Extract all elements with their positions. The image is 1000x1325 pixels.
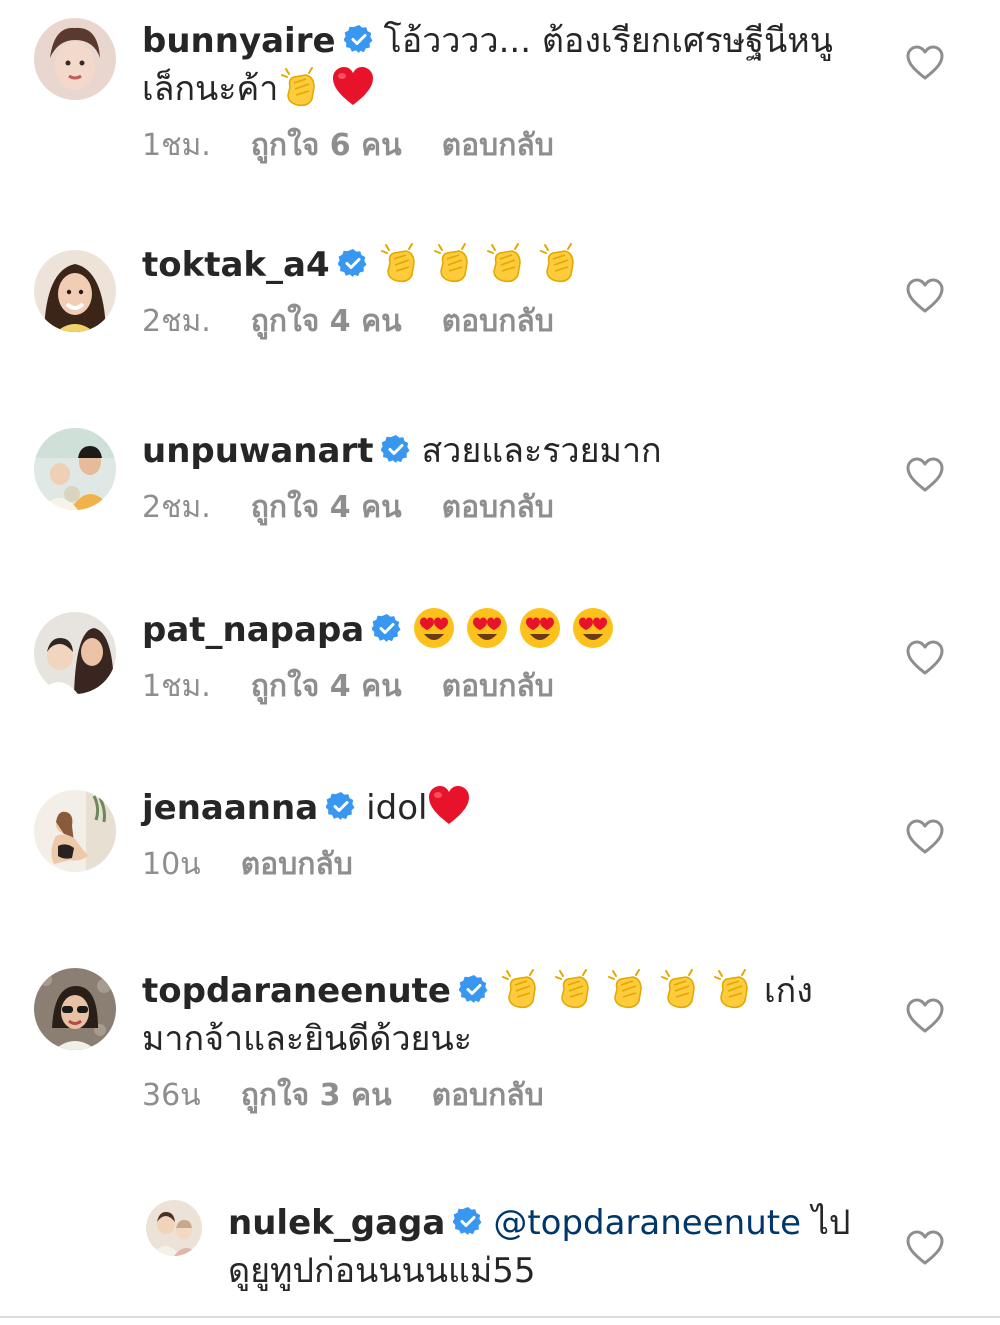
- verified-badge-icon: [337, 248, 368, 278]
- comment-text: jenaanna idol: [142, 784, 842, 832]
- comment-username[interactable]: pat_napapa: [142, 610, 364, 650]
- reply-button[interactable]: ตอบกลับ: [442, 128, 554, 163]
- comment-text: bunnyaire โอ้วววว... ต้องเรียกเศรษฐีนีหนู…: [142, 17, 842, 113]
- comment-username[interactable]: unpuwanart: [142, 431, 373, 471]
- like-heart-icon[interactable]: [906, 1230, 944, 1266]
- verified-badge-icon: [326, 791, 356, 821]
- comment-meta: 36น ถูกใจ 3 คน ตอบกลับ: [142, 1077, 842, 1115]
- red-heart-emoji: [427, 784, 471, 828]
- comment-username[interactable]: topdaraneenute: [142, 971, 451, 1011]
- comment-meta: 2ชม. ถูกใจ 4 คน ตอบกลับ: [142, 303, 842, 341]
- heart-eyes-emoji: [571, 606, 615, 650]
- comment-like-count[interactable]: ถูกใจ 4 คน: [251, 669, 402, 704]
- comment-like-count[interactable]: ถูกใจ 3 คน: [241, 1078, 392, 1113]
- like-heart-icon[interactable]: [906, 45, 944, 81]
- comment-timestamp: 10น: [142, 847, 201, 882]
- reply-button[interactable]: ตอบกลับ: [241, 847, 353, 882]
- clapping-hands-emoji: [711, 967, 755, 1011]
- reply-button[interactable]: ตอบกลับ: [442, 304, 554, 339]
- like-heart-icon[interactable]: [906, 640, 944, 676]
- comment-timestamp: 2ชม.: [142, 304, 211, 339]
- like-heart-icon[interactable]: [906, 457, 944, 493]
- avatar[interactable]: [34, 250, 116, 332]
- clapping-hands-emoji: [658, 967, 702, 1011]
- avatar[interactable]: [146, 1200, 202, 1256]
- heart-eyes-emoji: [465, 606, 509, 650]
- mention-link[interactable]: @topdaraneenute: [493, 1203, 801, 1243]
- comment-message: idol: [366, 788, 428, 828]
- comment-message: สวยและรวยมาก: [421, 431, 662, 471]
- avatar[interactable]: [34, 790, 116, 872]
- verified-badge-icon: [381, 434, 411, 464]
- comment-like-count[interactable]: ถูกใจ 4 คน: [251, 490, 402, 525]
- reply-button[interactable]: ตอบกลับ: [432, 1078, 544, 1113]
- reply-button[interactable]: ตอบกลับ: [442, 669, 554, 704]
- heart-eyes-emoji: [412, 606, 456, 650]
- comment-text: unpuwanart สวยและรวยมาก: [142, 427, 842, 475]
- comment-text: pat_napapa: [142, 606, 842, 654]
- comment-like-count[interactable]: ถูกใจ 4 คน: [251, 304, 402, 339]
- clapping-hands-emoji: [552, 967, 596, 1011]
- comment-text: toktak_a4: [142, 241, 842, 289]
- verified-badge-icon: [343, 24, 374, 54]
- comment-meta: 1ชม. ถูกใจ 6 คน ตอบกลับ: [142, 127, 842, 165]
- avatar[interactable]: [34, 428, 116, 510]
- comment-timestamp: 36น: [142, 1078, 201, 1113]
- clapping-hands-emoji: [431, 241, 475, 285]
- verified-badge-icon: [372, 613, 402, 643]
- clapping-hands-emoji: [499, 967, 543, 1011]
- clapping-hands-emoji: [537, 241, 581, 285]
- clapping-hands-emoji: [378, 241, 422, 285]
- comment-meta: 10น ตอบกลับ: [142, 846, 842, 884]
- clapping-hands-emoji: [605, 967, 649, 1011]
- like-heart-icon[interactable]: [906, 819, 944, 855]
- comment-username[interactable]: bunnyaire: [142, 21, 336, 61]
- avatar[interactable]: [34, 968, 116, 1050]
- comment-text: nulek_gaga @topdaraneenute ไปดูยูทูปก่อนน…: [228, 1199, 868, 1295]
- like-heart-icon[interactable]: [906, 278, 944, 314]
- clapping-hands-emoji: [484, 241, 528, 285]
- avatar[interactable]: [34, 612, 116, 694]
- comment-username[interactable]: nulek_gaga: [228, 1203, 445, 1243]
- comment-timestamp: 2ชม.: [142, 490, 211, 525]
- comment-like-count[interactable]: ถูกใจ 6 คน: [251, 128, 402, 163]
- comment-meta: 1ชม. ถูกใจ 4 คน ตอบกลับ: [142, 668, 842, 706]
- comment-meta: 2ชม. ถูกใจ 4 คน ตอบกลับ: [142, 489, 842, 527]
- like-heart-icon[interactable]: [906, 998, 944, 1034]
- bottom-divider: [0, 1316, 1000, 1318]
- verified-badge-icon: [453, 1206, 483, 1236]
- comment-text: topdaraneenute เก่งมากจ้าและยินดีด้วยนะ: [142, 967, 842, 1063]
- comment-timestamp: 1ชม.: [142, 669, 211, 704]
- clapping-hands-emoji: [278, 65, 322, 109]
- verified-badge-icon: [459, 974, 489, 1004]
- avatar[interactable]: [34, 18, 116, 100]
- comment-username[interactable]: jenaanna: [142, 788, 318, 828]
- reply-button[interactable]: ตอบกลับ: [442, 490, 554, 525]
- comment-username[interactable]: toktak_a4: [142, 245, 330, 285]
- heart-eyes-emoji: [518, 606, 562, 650]
- comment-timestamp: 1ชม.: [142, 128, 211, 163]
- red-heart-emoji: [331, 65, 375, 109]
